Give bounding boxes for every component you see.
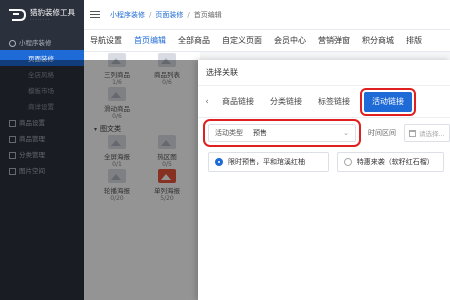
modal-tab[interactable]: 分类链接	[262, 92, 310, 112]
activity-option[interactable]: 限时预售，平和琯溪红柚	[208, 152, 329, 172]
page-tab[interactable]: 自定义页面	[222, 35, 262, 46]
logo-title: 猎豹装修工具	[30, 7, 75, 17]
logo-subtitle: · · · · · · · ·	[30, 16, 50, 22]
sidebar-item[interactable]: 小程序装修	[0, 34, 84, 50]
radio-icon[interactable]	[215, 158, 223, 166]
app-logo[interactable]: 猎豹装修工具 · · · · · · · ·	[0, 0, 84, 30]
filter-row: 活动类型 预售 ⌄ 时间区间 请选择...	[198, 118, 450, 148]
activity-option-label: 限时预售，平和琯溪红柚	[228, 158, 305, 166]
radio-icon[interactable]	[343, 158, 352, 166]
modal-tab[interactable]: 商品链接	[214, 92, 262, 112]
page-tab[interactable]: 导航设置	[90, 35, 122, 46]
menu-toggle-icon[interactable]	[90, 10, 100, 19]
activity-option-label: 特惠来袭（软籽红石榴）	[356, 158, 434, 166]
chevron-left-icon[interactable]: ‹	[200, 97, 214, 107]
select-link-modal: 选择关联 ‹ 商品链接 分类链接 标签链接 活动链接 活动类型 预售 ⌄ 时间区间 请…	[198, 60, 450, 300]
page-tab[interactable]: 会员中心	[274, 35, 306, 46]
page-tabs: 导航设置 首页编辑 全部商品 自定义页面 会员中心 营销弹窗 积分商城 排版	[84, 30, 450, 52]
breadcrumb-current: 首页编辑	[193, 10, 222, 19]
breadcrumb-separator: /	[149, 10, 152, 19]
logo-icon	[8, 8, 26, 22]
calendar-icon	[409, 129, 416, 137]
page-tab[interactable]: 营销弹窗	[318, 35, 350, 46]
activity-type-value: 预售	[253, 129, 267, 137]
top-bar: 小程序装修 / 页面装修 / 首页编辑	[84, 0, 450, 30]
modal-title: 选择关联	[198, 60, 450, 86]
activity-type-label: 活动类型	[215, 129, 243, 137]
menu-group-icon	[8, 39, 16, 47]
modal-tab[interactable]: 活动链接	[360, 87, 416, 116]
modal-tab[interactable]: 标签链接	[310, 92, 358, 112]
activity-type-select[interactable]: 活动类型 预售 ⌄	[203, 119, 361, 147]
modal-tabs: ‹ 商品链接 分类链接 标签链接 活动链接	[198, 86, 450, 118]
page-tab[interactable]: 排版	[406, 35, 422, 46]
time-range-input[interactable]: 请选择...	[404, 124, 450, 142]
chevron-down-icon: ⌄	[343, 129, 349, 137]
sidebar-item-label: 小程序装修	[19, 39, 52, 47]
breadcrumb-item[interactable]: 小程序装修	[110, 10, 145, 20]
page-tab[interactable]: 积分商城	[362, 35, 394, 46]
time-range-placeholder: 请选择...	[419, 130, 445, 138]
page-tab[interactable]: 全部商品	[178, 35, 210, 46]
page-tab[interactable]: 首页编辑	[134, 35, 166, 46]
activity-options: 限时预售，平和琯溪红柚 特惠来袭（软籽红石榴）	[198, 148, 450, 172]
breadcrumb-separator: /	[187, 10, 190, 19]
breadcrumb-item[interactable]: 页面装修	[155, 10, 183, 20]
time-range-label: 时间区间	[368, 129, 396, 137]
activity-option[interactable]: 特惠来袭（软籽红石榴）	[336, 152, 444, 172]
